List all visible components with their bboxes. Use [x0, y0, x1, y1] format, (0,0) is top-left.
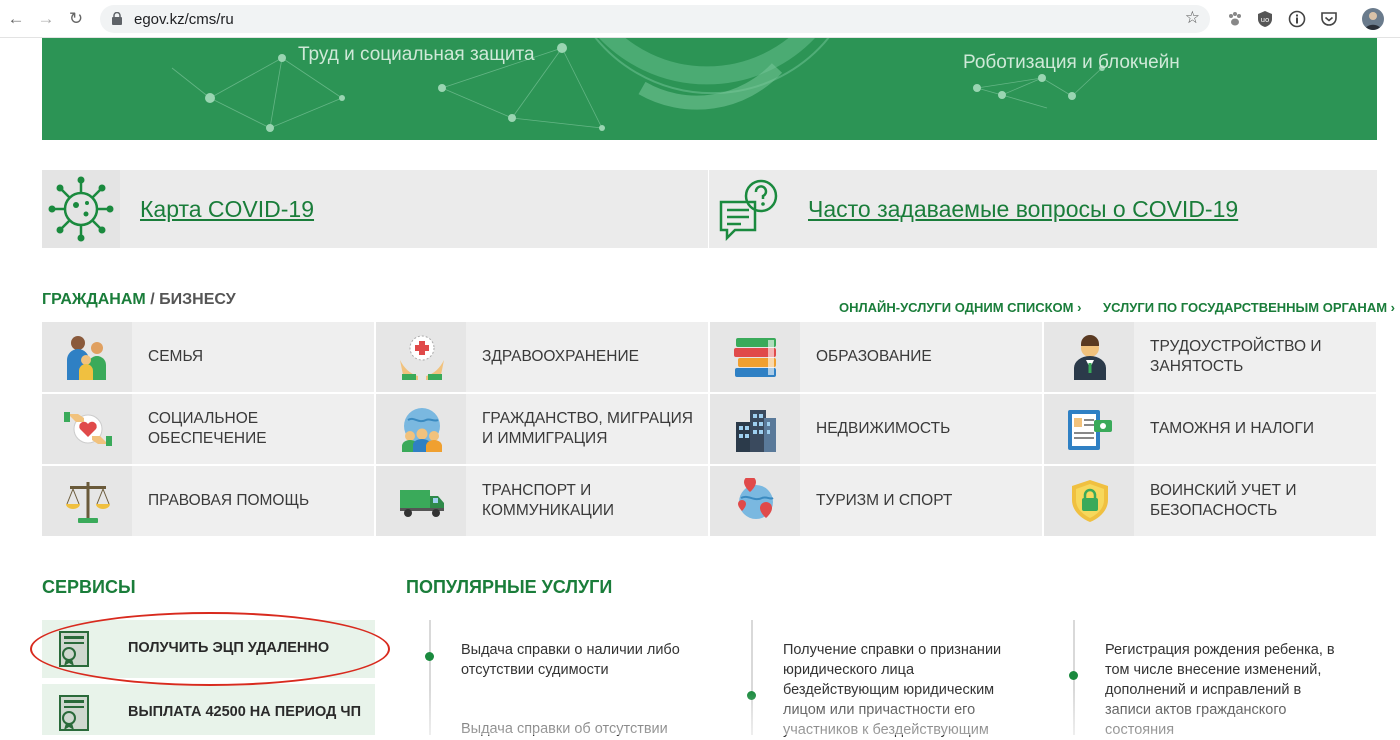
bottom-fade-overlay	[380, 690, 1400, 735]
star-icon[interactable]: ☆	[1185, 8, 1200, 28]
arrow-right-icon[interactable]: →	[36, 9, 56, 29]
tab-separator: /	[150, 291, 155, 308]
category-label: ПРАВОВАЯ ПОМОЩЬ	[148, 492, 310, 509]
certificate-icon	[59, 695, 89, 731]
category-citizenship[interactable]: ГРАЖДАНСТВО, МИГРАЦИЯ И ИММИГРАЦИЯ	[376, 394, 708, 464]
healthcare-icon	[400, 335, 444, 380]
category-label: НЕДВИЖИМОСТЬ	[816, 420, 951, 437]
category-military-security[interactable]: ВОИНСКИЙ УЧЕТ И БЕЗОПАСНОСТЬ	[1044, 466, 1376, 536]
paw-extension-icon[interactable]	[1226, 10, 1244, 28]
url-text: egov.kz/cms/ru	[134, 11, 234, 28]
category-label: ВОИНСКИЙ УЧЕТ И БЕЗОПАСНОСТЬ	[1150, 482, 1297, 519]
family-icon	[67, 336, 106, 380]
red-highlight-ellipse	[30, 612, 390, 686]
category-label: ГРАЖДАНСТВО, МИГРАЦИЯ И ИММИГРАЦИЯ	[482, 410, 693, 447]
services-heading: СЕРВИСЫ	[42, 577, 136, 597]
category-real-estate[interactable]: НЕДВИЖИМОСТЬ	[710, 394, 1042, 464]
popular-service-criminal-record[interactable]: Выдача справки о наличии либо отсутствии…	[461, 640, 701, 680]
category-label: СОЦИАЛЬНОЕ ОБЕСПЕЧЕНИЕ	[148, 410, 267, 447]
category-healthcare[interactable]: ЗДРАВООХРАНЕНИЕ	[376, 322, 708, 392]
covid-faq-link[interactable]: Часто задаваемые вопросы о COVID-19	[808, 196, 1238, 223]
covid-map-link[interactable]: Карта COVID-19	[140, 196, 314, 223]
category-family[interactable]: СЕМЬЯ	[42, 322, 374, 392]
shield-lock-icon	[1072, 480, 1108, 522]
category-tabs: ГРАЖДАНАМ / БИЗНЕСУ	[42, 291, 236, 309]
social-care-icon	[64, 412, 112, 446]
category-label: ТРАНСПОРТ И КОММУНИКАЦИИ	[482, 482, 615, 519]
hero-banner[interactable]: Труд и социальная защита Роботизация и б…	[42, 38, 1377, 140]
category-customs-taxes[interactable]: ТАМОЖНЯ И НАЛОГИ	[1044, 394, 1376, 464]
category-label: СЕМЬЯ	[148, 348, 204, 365]
category-label: ОБРАЗОВАНИЕ	[816, 348, 932, 365]
employee-icon	[1074, 335, 1106, 380]
svg-text:uo: uo	[1261, 16, 1270, 24]
timeline-dot	[425, 652, 434, 661]
chat-question-icon	[709, 170, 787, 248]
covid-map-card[interactable]: Карта COVID-19	[42, 170, 708, 248]
timeline-dot	[1069, 671, 1078, 680]
category-label: ТУРИЗМ И СПОРТ	[816, 492, 953, 509]
banner-text-robotization[interactable]: Роботизация и блокчейн	[963, 52, 1180, 74]
buildings-icon	[736, 410, 776, 452]
popular-services-heading: ПОПУЛЯРНЫЕ УСЛУГИ	[406, 577, 613, 597]
arrow-left-icon[interactable]: ←	[6, 9, 26, 29]
address-bar[interactable]: egov.kz/cms/ru ☆	[100, 5, 1210, 33]
ublock-extension-icon[interactable]: uo	[1256, 10, 1274, 28]
truck-icon	[400, 490, 444, 517]
lock-icon	[112, 12, 122, 25]
category-label: ТАМОЖНЯ И НАЛОГИ	[1150, 420, 1315, 437]
service-label: ВЫПЛАТА 42500 НА ПЕРИОД ЧП	[128, 704, 362, 720]
pocket-extension-icon[interactable]	[1320, 10, 1338, 28]
info-extension-icon[interactable]	[1288, 10, 1306, 28]
browser-toolbar: ← → ↻ egov.kz/cms/ru ☆ uo	[0, 0, 1400, 38]
services-by-agency-link[interactable]: УСЛУГИ ПО ГОСУДАРСТВЕННЫМ ОРГАНАМ ›	[1103, 300, 1395, 315]
scales-icon	[66, 482, 110, 523]
category-legal-aid[interactable]: ПРАВОВАЯ ПОМОЩЬ	[42, 466, 374, 536]
category-tourism-sport[interactable]: ТУРИЗМ И СПОРТ	[710, 466, 1042, 536]
virus-icon	[42, 170, 120, 248]
covid-faq-card[interactable]: Часто задаваемые вопросы о COVID-19	[709, 170, 1377, 248]
category-social-security[interactable]: СОЦИАЛЬНОЕ ОБЕСПЕЧЕНИЕ	[42, 394, 374, 464]
tax-document-icon	[1068, 410, 1112, 450]
category-label: ТРУДОУСТРОЙСТВО И ЗАНЯТОСТЬ	[1150, 338, 1322, 375]
online-services-list-link[interactable]: ОНЛАЙН-УСЛУГИ ОДНИМ СПИСКОМ ›	[839, 300, 1081, 315]
category-label: ЗДРАВООХРАНЕНИЕ	[482, 348, 639, 365]
service-payment-42500[interactable]: ВЫПЛАТА 42500 НА ПЕРИОД ЧП	[42, 684, 375, 735]
books-icon	[734, 338, 776, 377]
banner-text-labor[interactable]: Труд и социальная защита	[298, 44, 535, 66]
tab-business[interactable]: БИЗНЕСУ	[159, 291, 236, 308]
tab-citizens[interactable]: ГРАЖДАНАМ	[42, 291, 146, 308]
category-transport[interactable]: ТРАНСПОРТ И КОММУНИКАЦИИ	[376, 466, 708, 536]
category-education[interactable]: ОБРАЗОВАНИЕ	[710, 322, 1042, 392]
globe-people-icon	[402, 408, 442, 452]
category-employment[interactable]: ТРУДОУСТРОЙСТВО И ЗАНЯТОСТЬ	[1044, 322, 1376, 392]
globe-pins-icon	[738, 478, 774, 519]
profile-avatar[interactable]	[1362, 8, 1384, 30]
reload-icon[interactable]: ↻	[66, 9, 86, 29]
